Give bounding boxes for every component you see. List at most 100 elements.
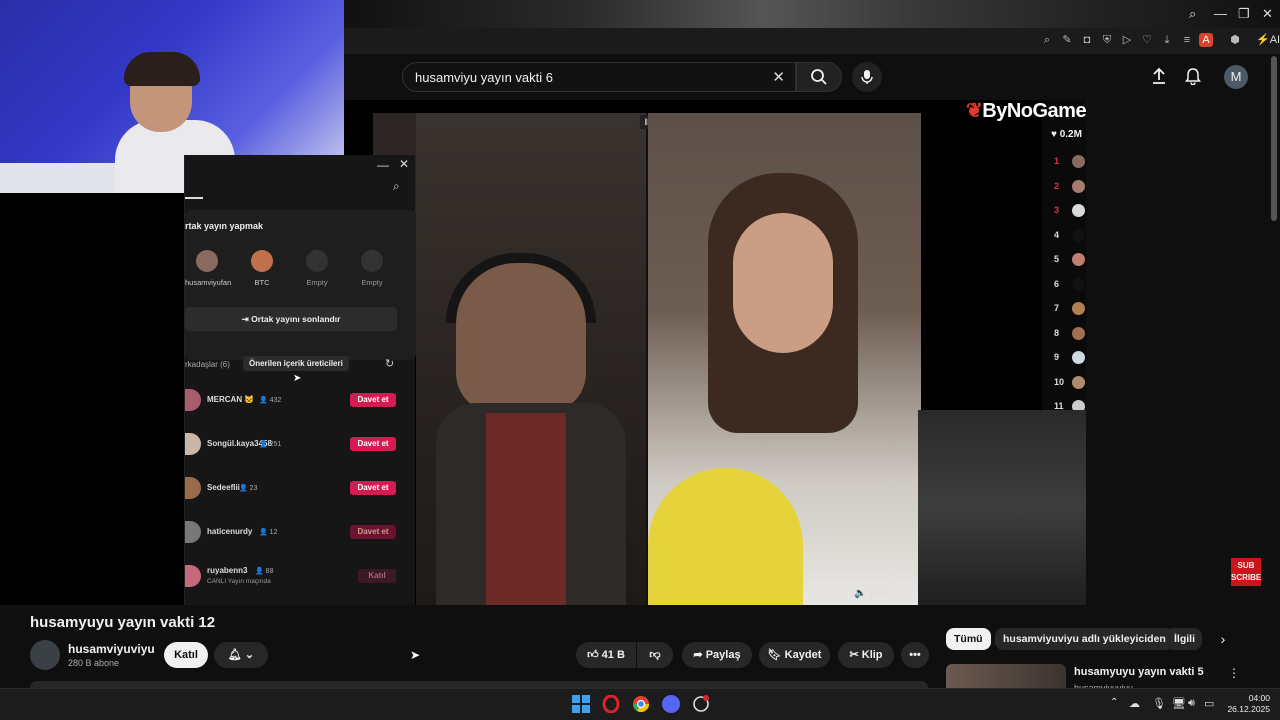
rank-avatar	[1072, 179, 1085, 193]
btc-tag: BTC	[870, 589, 888, 599]
friend-count: 👤 12	[259, 529, 278, 536]
friend-row: Sedeeflii 👤 23 Davet et	[185, 476, 416, 500]
speaker-icon[interactable]: 🔊︎	[1188, 697, 1195, 710]
invite-button[interactable]: Davet et	[350, 481, 396, 495]
friends-tab[interactable]: rkadaşlar (6)	[185, 360, 230, 369]
slot-avatar-2[interactable]	[251, 250, 273, 272]
tray-expand-icon[interactable]: ⌃	[1110, 697, 1118, 708]
opera-icon[interactable]	[602, 694, 620, 714]
play-icon[interactable]: ▷	[1120, 33, 1134, 47]
more-actions-button[interactable]: •••	[901, 642, 929, 668]
sidebar-video-title[interactable]: husamyuyu yayın vakti 5	[1074, 666, 1204, 678]
chip-related[interactable]: İlgili	[1166, 628, 1202, 650]
ai-icon[interactable]: ⚡AI	[1256, 33, 1280, 47]
more-icon: •••	[909, 649, 921, 661]
chip-uploader[interactable]: husamviyuviyu adlı yükleyiciden	[995, 628, 1174, 650]
subscriber-count: 280 B abone	[68, 658, 120, 668]
panel-close-icon[interactable]: ✕	[399, 157, 409, 171]
upload-icon[interactable]	[1150, 67, 1168, 85]
mouse-cursor-icon: ➤	[410, 648, 421, 662]
notification-bell-button[interactable]: 🔔︎ ⌄	[214, 642, 268, 668]
webcam-desk-shape	[0, 163, 115, 193]
slot-name-1: husamviyufan	[185, 278, 232, 287]
refresh-icon[interactable]: ↻	[385, 357, 394, 370]
minimize-button[interactable]: —	[1214, 6, 1227, 21]
clear-search-icon[interactable]: ✕	[772, 68, 785, 86]
friend-status: CANLI Yayın maçında	[207, 578, 271, 585]
sidebar-video-thumbnail[interactable]	[946, 664, 1066, 688]
app-icon[interactable]	[692, 695, 710, 713]
clock-date: 26.12.2025	[1227, 704, 1270, 714]
browser-search-icon[interactable]: ⌕	[1189, 6, 1196, 22]
page-scrollbar[interactable]	[1271, 56, 1277, 221]
join-button[interactable]: Katıl	[358, 569, 396, 583]
discord-icon[interactable]	[662, 695, 680, 713]
heart-icon[interactable]: ♡	[1140, 33, 1154, 47]
invite-button[interactable]: Davet et	[350, 393, 396, 407]
invite-button[interactable]: Davet et	[350, 525, 396, 539]
zoom-icon[interactable]: ⌕	[1040, 33, 1054, 47]
subscribe-line-2: SCRIBE	[1231, 573, 1262, 582]
sidebar-video-menu-icon[interactable]: ⋮	[1228, 666, 1240, 680]
channel-avatar[interactable]	[30, 640, 60, 670]
share-button[interactable]: ➦ Paylaş	[682, 642, 752, 668]
rank-avatar	[1072, 375, 1085, 389]
battery-icon[interactable]: ▭	[1204, 697, 1214, 710]
search-button[interactable]	[796, 62, 842, 92]
rank-avatar	[1072, 326, 1085, 340]
chrome-icon[interactable]	[632, 695, 650, 713]
volume-icon[interactable]: 🔈	[854, 588, 866, 599]
description-box[interactable]	[30, 681, 928, 688]
suggested-creators-tab[interactable]: Önerilen içerik üreticileri	[243, 356, 349, 371]
voice-search-button[interactable]	[852, 62, 882, 92]
clip-button[interactable]: ✂ Klip	[838, 642, 894, 668]
chips-next-icon[interactable]: ›	[1212, 628, 1234, 650]
slot-avatar-1[interactable]	[196, 250, 218, 272]
menu-icon[interactable]: ≡	[1180, 33, 1194, 47]
rank-number: 7	[1054, 303, 1060, 313]
channel-name[interactable]: husamviyuviyu	[68, 642, 155, 656]
edit-icon[interactable]: ✎	[1060, 33, 1074, 47]
cloud-icon[interactable]: ☁	[1129, 697, 1140, 710]
slot-avatar-4[interactable]	[361, 250, 383, 272]
panel-search-icon[interactable]: ⌕	[393, 179, 400, 194]
invite-button[interactable]: Davet et	[350, 437, 396, 451]
stream-right-camera: BTC 🔈	[648, 113, 921, 605]
shield-icon[interactable]: ⛨	[1100, 33, 1114, 47]
friend-count: 👤 432	[259, 397, 282, 404]
windows-start-icon[interactable]	[572, 695, 590, 713]
search-input[interactable]: husamviyu yayın vakti 6 ✕	[402, 62, 796, 92]
like-button[interactable]: 👍︎ 41 B	[576, 642, 636, 668]
taskbar-clock[interactable]: 04:00 26.12.2025	[1226, 693, 1270, 715]
mic-tray-icon[interactable]: 🎙︎	[1152, 697, 1166, 710]
bookmark-icon: 🔖︎	[767, 649, 782, 661]
panel-minimize-icon[interactable]: —	[377, 158, 389, 172]
network-icon[interactable]: 🖥︎	[1172, 697, 1186, 710]
account-avatar[interactable]: M	[1224, 65, 1248, 89]
slot-name-4: Empty	[361, 278, 383, 287]
download-icon[interactable]: ⤓	[1160, 33, 1174, 47]
extension-a-icon[interactable]: A	[1199, 33, 1213, 47]
friend-row: MERCAN 🐱 👤 432 Davet et	[185, 388, 416, 412]
box-icon[interactable]: ⬢	[1228, 33, 1242, 47]
join-channel-button[interactable]: Katıl	[164, 642, 208, 668]
rank-number: 10	[1054, 376, 1065, 387]
restore-button[interactable]: ❐	[1238, 6, 1250, 22]
friend-count: 👤 23	[239, 485, 258, 492]
chip-all[interactable]: Tümü	[946, 628, 991, 650]
notifications-icon[interactable]	[1184, 67, 1202, 86]
clock-time: 04:00	[1248, 693, 1270, 703]
close-window-button[interactable]: ✕	[1262, 6, 1273, 22]
save-button[interactable]: 🔖︎ Kaydet	[759, 642, 830, 668]
search-icon	[811, 69, 827, 85]
friend-name: MERCAN 🐱	[207, 395, 255, 404]
friend-avatar	[185, 433, 201, 455]
dislike-button[interactable]: 👎︎	[637, 642, 673, 668]
end-cohost-button[interactable]: ⇥ Ortak yayını sonlandır	[185, 307, 397, 331]
slot-avatar-3[interactable]	[306, 250, 328, 272]
mouse-cursor-icon: ➤	[293, 373, 302, 384]
rank-number: 2	[1054, 180, 1060, 191]
camera-icon[interactable]: ◘	[1080, 33, 1094, 47]
friend-row: haticenurdy 👤 12 Davet et	[185, 520, 416, 544]
duck-plush-shape	[648, 468, 803, 605]
